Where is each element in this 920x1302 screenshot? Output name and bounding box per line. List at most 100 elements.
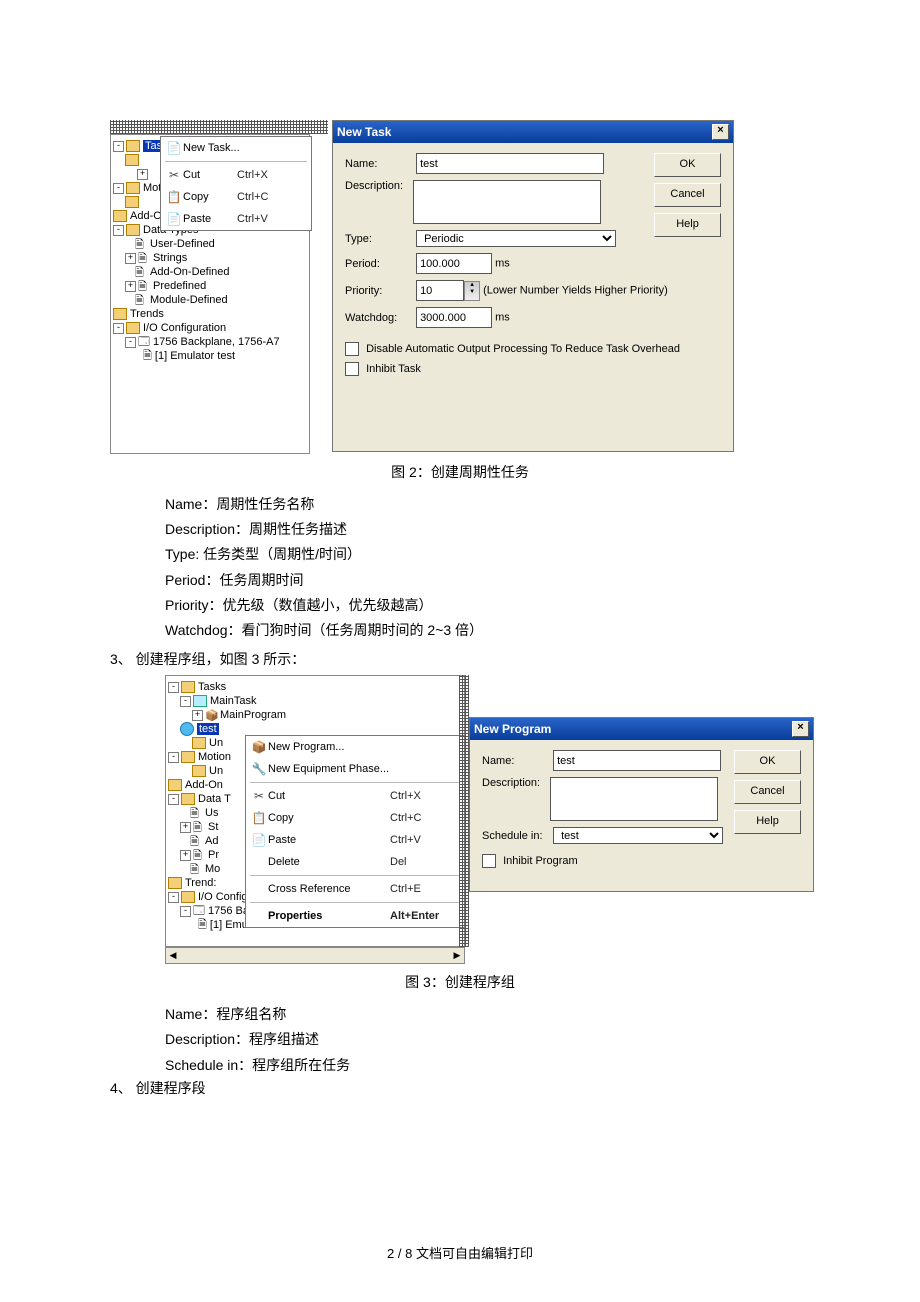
horizontal-scrollbar[interactable]: ◀▶ — [165, 947, 465, 964]
tree2-tasks[interactable]: Tasks — [198, 681, 226, 693]
def-priority: Priority：优先级（数值越小，优先级越高） — [165, 593, 810, 618]
def3-name: Name：程序组名称 — [165, 1002, 810, 1027]
dialog-titlebar-2[interactable]: New Program × — [470, 718, 813, 740]
menu-paste[interactable]: 📄PasteCtrl+V — [161, 208, 311, 230]
tree2-un[interactable]: Un — [209, 737, 223, 749]
figure-3: -Tasks -MainTask +📦MainProgram test Un -… — [165, 675, 810, 964]
def-type: Type: 任务类型（周期性/时间） — [165, 542, 810, 567]
name-label-2: Name: — [482, 755, 550, 767]
type-label: Type: — [345, 233, 413, 245]
grip-handle-2[interactable] — [459, 675, 469, 947]
help-button-2[interactable]: Help — [734, 810, 801, 834]
tree-io[interactable]: I/O Configuration — [143, 322, 226, 334]
period-unit: ms — [495, 258, 510, 270]
menu-delete[interactable]: DeleteDel — [246, 851, 464, 873]
priority-hint: (Lower Number Yields Higher Priority) — [483, 285, 668, 297]
cancel-button[interactable]: Cancel — [654, 183, 721, 207]
priority-label: Priority: — [345, 285, 413, 297]
menu-cross-ref[interactable]: Cross ReferenceCtrl+E — [246, 878, 464, 900]
context-menu-test: 📦New Program... 🔧New Equipment Phase... … — [245, 735, 465, 928]
tree2-trend[interactable]: Trend: — [185, 877, 216, 889]
ok-button[interactable]: OK — [654, 153, 721, 177]
description-field[interactable] — [413, 180, 601, 224]
menu-paste-2[interactable]: 📄PasteCtrl+V — [246, 829, 464, 851]
help-button[interactable]: Help — [654, 213, 721, 237]
close-icon[interactable]: × — [712, 124, 729, 140]
def-period: Period：任务周期时间 — [165, 568, 810, 593]
new-program-dialog: New Program × OK Cancel Help Name: Descr… — [469, 717, 814, 892]
menu-cut-2[interactable]: ✂CutCtrl+X — [246, 785, 464, 807]
fig3-left-panel: -Tasks -MainTask +📦MainProgram test Un -… — [165, 675, 465, 964]
tree-trends[interactable]: Trends — [130, 308, 164, 320]
def-desc: Description：周期性任务描述 — [165, 517, 810, 542]
tree2-mainprog[interactable]: MainProgram — [220, 709, 286, 721]
tree-mod[interactable]: Module-Defined — [150, 294, 228, 306]
tree2-maintask[interactable]: MainTask — [210, 695, 256, 707]
menu-new-program[interactable]: 📦New Program... — [246, 736, 464, 758]
tree-pre[interactable]: Predefined — [153, 280, 206, 292]
figure-3-definitions: Name：程序组名称 Description：程序组描述 Schedule in… — [165, 1002, 810, 1078]
name-label: Name: — [345, 158, 413, 170]
disable-output-checkbox[interactable] — [345, 342, 359, 356]
context-menu-tasks: 📄New Task... ✂CutCtrl+X 📋CopyCtrl+C 📄Pas… — [160, 136, 312, 231]
schedule-select[interactable]: test — [553, 827, 723, 844]
description-field-2[interactable] — [550, 777, 718, 821]
page-footer: 2 / 8 文档可自由编辑打印 — [0, 1243, 920, 1262]
tree2-us[interactable]: Us — [205, 807, 218, 819]
def-name: Name：周期性任务名称 — [165, 492, 810, 517]
inhibit-task-label: Inhibit Task — [366, 363, 421, 375]
menu-new-task[interactable]: 📄New Task... — [161, 137, 311, 159]
period-field[interactable] — [416, 253, 492, 274]
tree-strings[interactable]: Strings — [153, 252, 187, 264]
dialog-titlebar[interactable]: New Task × — [333, 121, 733, 143]
menu-cut[interactable]: ✂CutCtrl+X — [161, 164, 311, 186]
menu-properties[interactable]: PropertiesAlt+Enter — [246, 905, 464, 927]
menu-new-equipment[interactable]: 🔧New Equipment Phase... — [246, 758, 464, 780]
figure-2-caption: 图 2：创建周期性任务 — [110, 462, 810, 482]
watchdog-field[interactable] — [416, 307, 492, 328]
tree-user[interactable]: User-Defined — [150, 238, 215, 250]
dialog-title-2: New Program — [474, 722, 551, 736]
tree2-pr[interactable]: Pr — [208, 849, 219, 861]
cancel-button-2[interactable]: Cancel — [734, 780, 801, 804]
tree2-test[interactable]: test — [197, 723, 219, 735]
name-field-2[interactable] — [553, 750, 721, 771]
inhibit-task-checkbox[interactable] — [345, 362, 359, 376]
tree2-un2[interactable]: Un — [209, 765, 223, 777]
close-icon-2[interactable]: × — [792, 721, 809, 737]
def3-sched: Schedule in：程序组所在任务 — [165, 1053, 810, 1078]
watchdog-label: Watchdog: — [345, 312, 413, 324]
tree-back[interactable]: 1756 Backplane, 1756-A7 — [153, 336, 280, 348]
desc-label-2: Description: — [482, 777, 550, 821]
figure-3-caption: 图 3：创建程序组 — [110, 972, 810, 992]
tree2-motion[interactable]: Motion — [198, 751, 231, 763]
desc-label: Description: — [345, 180, 413, 224]
menu-copy[interactable]: 📋CopyCtrl+C — [161, 186, 311, 208]
tree-motion[interactable]: Mot — [143, 182, 161, 194]
inhibit-program-checkbox[interactable] — [482, 854, 496, 868]
figure-2: -Tasks + -Mot Add-On Instructions -Data … — [110, 120, 810, 454]
tree2-data[interactable]: Data T — [198, 793, 231, 805]
inhibit-program-label: Inhibit Program — [503, 855, 578, 867]
ok-button-2[interactable]: OK — [734, 750, 801, 774]
def-watchdog: Watchdog：看门狗时间（任务周期时间的 2~3 倍） — [165, 618, 810, 643]
new-task-dialog: New Task × OK Cancel Help Name: Descript… — [332, 120, 734, 452]
page: -Tasks + -Mot Add-On Instructions -Data … — [0, 0, 920, 1302]
tree-aod[interactable]: Add-On-Defined — [150, 266, 230, 278]
name-field[interactable] — [416, 153, 604, 174]
watchdog-unit: ms — [495, 312, 510, 324]
priority-stepper[interactable]: ▲▼ — [464, 281, 480, 301]
tree-emu[interactable]: [1] Emulator test — [155, 350, 235, 362]
step-4: 4、 创建程序段 — [110, 1078, 810, 1098]
grip-handle[interactable] — [110, 120, 328, 134]
tree2-mo[interactable]: Mo — [205, 863, 220, 875]
def3-desc: Description：程序组描述 — [165, 1027, 810, 1052]
disable-output-label: Disable Automatic Output Processing To R… — [366, 343, 680, 355]
priority-field[interactable] — [416, 280, 464, 301]
menu-copy-2[interactable]: 📋CopyCtrl+C — [246, 807, 464, 829]
type-select[interactable]: Periodic — [416, 230, 616, 247]
tree2-addon[interactable]: Add-On — [185, 779, 223, 791]
tree2-st[interactable]: St — [208, 821, 218, 833]
tree2-ad[interactable]: Ad — [205, 835, 218, 847]
schedule-label: Schedule in: — [482, 830, 550, 842]
